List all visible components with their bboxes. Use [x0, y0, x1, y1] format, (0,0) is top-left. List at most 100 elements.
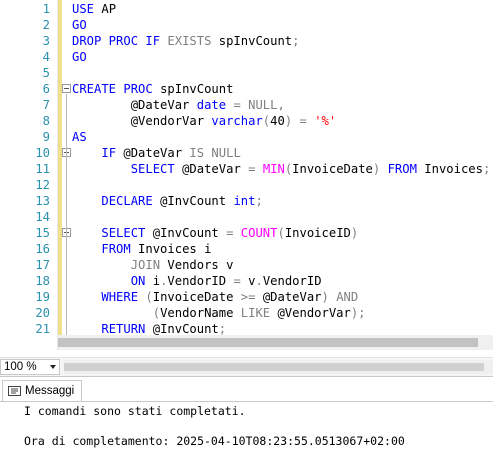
code-line[interactable]: 15 SELECT @InvCount = COUNT(InvoiceID) — [0, 225, 493, 241]
line-number: 4 — [42, 50, 50, 64]
code-token: VendorID — [262, 274, 322, 288]
code-token: varchar — [211, 114, 263, 128]
scroll-thumb[interactable] — [64, 363, 484, 371]
zoom-value: 100 % — [4, 361, 37, 373]
code-token: GO — [72, 18, 87, 32]
zoom-bar: 100 % — [0, 357, 493, 376]
code-token: USE — [72, 2, 102, 16]
query-editor[interactable]: 1 USE AP 2 GO 3 DROP PROC IF EXISTS spInvCoun… — [0, 0, 493, 350]
code-line[interactable]: 19 WHERE (InvoiceDate >= @DateVar) AND — [0, 289, 493, 305]
code-text: AS — [72, 129, 87, 145]
code-line[interactable]: 17 JOIN Vendors v — [0, 257, 493, 273]
code-token: @VendorVar — [277, 306, 351, 320]
code-token: EXISTS — [167, 34, 219, 48]
code-token: RETURN — [101, 322, 153, 336]
code-token: spInvCount — [218, 34, 293, 48]
code-token: @DateVar — [123, 146, 190, 160]
code-token: int — [233, 194, 256, 208]
code-line[interactable]: 10 IF @DateVar IS NULL — [0, 145, 493, 161]
code-line[interactable]: 9 AS — [0, 129, 493, 145]
line-number: 9 — [42, 130, 50, 144]
line-number: 17 — [35, 258, 50, 272]
code-text: @VendorVar varchar(40) = '%' — [72, 113, 337, 129]
code-token: VendorName — [160, 306, 241, 320]
code-line[interactable]: 6 CREATE PROC spInvCount — [0, 81, 493, 97]
code-text: ON i.VendorID = v.VendorID — [72, 273, 322, 289]
code-text: CREATE PROC spInvCount — [72, 81, 233, 97]
code-token: date — [196, 98, 234, 112]
code-token: InvoiceDate — [292, 162, 373, 176]
code-line[interactable]: 12 — [0, 177, 493, 193]
code-token: COUNT — [240, 226, 278, 240]
code-token: @DateVar — [72, 98, 197, 112]
code-lines[interactable]: 1 USE AP 2 GO 3 DROP PROC IF EXISTS spInvCoun… — [0, 1, 493, 337]
code-line[interactable]: 20 (VendorName LIKE @VendorVar); — [0, 305, 493, 321]
line-number: 1 — [42, 2, 50, 16]
line-number: 2 — [42, 18, 50, 32]
code-line[interactable]: 7 @DateVar date = NULL, — [0, 97, 493, 113]
code-token: MIN — [262, 162, 285, 176]
code-text: SELECT @InvCount = COUNT(InvoiceID) — [72, 225, 358, 241]
code-line[interactable]: 11 SELECT @DateVar = MIN(InvoiceDate) FR… — [0, 161, 493, 177]
code-line[interactable]: 8 @VendorVar varchar(40) = '%' — [0, 113, 493, 129]
code-token: @DateVar — [182, 162, 249, 176]
code-token: . — [255, 274, 263, 288]
code-token: = — [233, 274, 249, 288]
code-token: JOIN — [130, 258, 168, 272]
code-token: @DateVar — [262, 290, 322, 304]
editor-scroll-thumb[interactable] — [58, 338, 478, 347]
code-line[interactable]: 16 FROM Invoices i — [0, 241, 493, 257]
code-token: ); — [350, 306, 366, 320]
line-number: 11 — [35, 162, 50, 176]
code-token: = — [226, 226, 241, 240]
code-text: WHERE (InvoiceDate >= @DateVar) AND — [72, 289, 358, 305]
code-line[interactable]: 14 — [0, 209, 493, 225]
horizontal-scrollbar[interactable] — [64, 360, 493, 374]
code-token: FROM — [387, 162, 425, 176]
code-token: @InvCount — [160, 194, 234, 208]
code-line[interactable]: 13 DECLARE @InvCount int; — [0, 193, 493, 209]
zoom-dropdown[interactable]: 100 % — [0, 359, 60, 375]
code-text: GO — [72, 49, 87, 65]
line-number: 18 — [35, 274, 50, 288]
code-text: GO — [72, 17, 87, 33]
code-text: DECLARE @InvCount int; — [72, 193, 263, 209]
code-token: IS NULL — [189, 146, 241, 160]
code-token: ) AND — [321, 290, 359, 304]
code-token: @InvCount — [152, 322, 219, 336]
outline-guide — [66, 158, 67, 176]
code-line[interactable]: 18 ON i.VendorID = v.VendorID — [0, 273, 493, 289]
line-number: 15 — [35, 226, 50, 240]
tab-messages[interactable]: Messaggi — [2, 380, 82, 402]
code-line[interactable]: 3 DROP PROC IF EXISTS spInvCount; — [0, 33, 493, 49]
code-line[interactable]: 4 GO — [0, 49, 493, 65]
editor-horizontal-scrollbar[interactable] — [58, 335, 493, 350]
code-token: ( — [145, 290, 153, 304]
code-line[interactable]: 5 — [0, 65, 493, 81]
outline-guide — [66, 238, 67, 320]
code-token: ; — [255, 194, 263, 208]
line-number: 21 — [35, 322, 50, 336]
code-token: ; — [482, 162, 491, 176]
message-icon — [8, 386, 21, 396]
code-token: DECLARE — [101, 194, 161, 208]
line-number: 12 — [35, 178, 50, 192]
code-line[interactable]: 2 GO — [0, 17, 493, 33]
line-number: 10 — [35, 146, 50, 160]
chevron-down-icon[interactable] — [50, 365, 56, 369]
collapse-icon[interactable] — [62, 84, 71, 93]
code-token: IF — [101, 146, 124, 160]
line-number: 7 — [42, 98, 50, 112]
code-text: DROP PROC IF EXISTS spInvCount; — [72, 33, 299, 49]
code-line[interactable]: 1 USE AP — [0, 1, 493, 17]
code-token: ) = — [284, 114, 315, 128]
code-token: @InvCount — [152, 226, 227, 240]
code-token: Invoices i — [138, 242, 212, 256]
code-token: CREATE PROC — [72, 82, 161, 96]
code-token: AP — [101, 2, 117, 16]
